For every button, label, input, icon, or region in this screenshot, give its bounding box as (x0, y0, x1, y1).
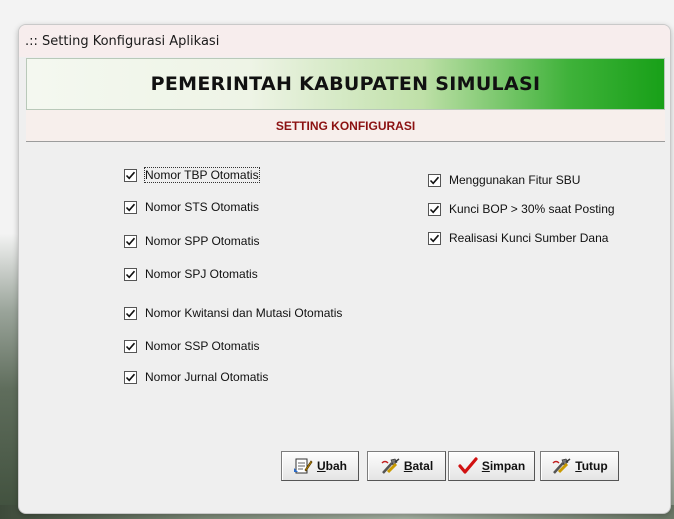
config-window: .:: Setting Konfigurasi Aplikasi PEMERIN… (18, 24, 671, 514)
checkbox-nomor-tbp[interactable] (124, 168, 137, 182)
simpan-label-rest: impan (489, 459, 526, 473)
batal-label: Batal (404, 459, 433, 473)
tutup-button[interactable]: Tutup (540, 451, 619, 481)
checkbox-nomor-jurnal[interactable] (124, 370, 137, 384)
checkmark-icon (125, 237, 136, 245)
option-label: Menggunakan Fitur SBU (449, 173, 581, 187)
window-title: .:: Setting Konfigurasi Aplikasi (25, 33, 220, 49)
checkbox-realisasi-kunci[interactable] (428, 231, 441, 245)
ubah-label-rest: bah (325, 459, 347, 473)
option-label: Nomor Kwitansi dan Mutasi Otomatis (145, 306, 343, 320)
edit-document-icon (293, 457, 313, 475)
option-label: Realisasi Kunci Sumber Dana (449, 231, 609, 245)
tools-icon (380, 457, 400, 475)
option-nomor-jurnal[interactable]: Nomor Jurnal Otomatis (124, 370, 268, 384)
checkmark-icon (125, 270, 136, 278)
batal-button[interactable]: Batal (367, 451, 446, 481)
option-nomor-ssp[interactable]: Nomor SSP Otomatis (124, 339, 259, 353)
option-label: Kunci BOP > 30% saat Posting (449, 202, 615, 216)
option-label: Nomor STS Otomatis (145, 200, 260, 214)
tutup-label-rest: utup (581, 459, 608, 473)
checkbox-nomor-kwitansi[interactable] (124, 306, 137, 320)
option-label: Nomor SPP Otomatis (145, 234, 260, 248)
option-nomor-spj[interactable]: Nomor SPJ Otomatis (124, 267, 258, 281)
banner-title: PEMERINTAH KABUPATEN SIMULASI (150, 73, 541, 95)
checkmark-icon (429, 234, 440, 242)
checkbox-nomor-ssp[interactable] (124, 339, 137, 353)
section-title: SETTING KONFIGURASI (275, 118, 416, 133)
checkbox-nomor-spp[interactable] (124, 234, 137, 248)
option-label: Nomor TBP Otomatis (144, 167, 260, 183)
option-kunci-bop[interactable]: Kunci BOP > 30% saat Posting (428, 202, 615, 216)
header-banner: PEMERINTAH KABUPATEN SIMULASI (26, 58, 665, 110)
option-nomor-sts[interactable]: Nomor STS Otomatis (124, 200, 259, 214)
simpan-button[interactable]: Simpan (448, 451, 535, 481)
simpan-label: Simpan (482, 459, 525, 473)
checkmark-icon (125, 373, 136, 381)
tutup-label: Tutup (575, 459, 607, 473)
checkmark-icon (125, 309, 136, 317)
option-realisasi-kunci[interactable]: Realisasi Kunci Sumber Dana (428, 231, 608, 245)
checkmark-icon (429, 176, 440, 184)
simpan-accelerator: S (481, 459, 490, 473)
checkmark-icon (125, 203, 136, 211)
option-label: Nomor Jurnal Otomatis (145, 370, 269, 384)
checkmark-icon (125, 171, 136, 179)
checkbox-nomor-spj[interactable] (124, 267, 137, 281)
option-label: Nomor SPJ Otomatis (145, 267, 258, 281)
checkbox-nomor-sts[interactable] (124, 200, 137, 214)
section-header: SETTING KONFIGURASI (26, 110, 665, 142)
option-label: Nomor SSP Otomatis (145, 339, 260, 353)
checkmark-icon (458, 457, 478, 475)
ubah-label: Ubah (317, 459, 347, 473)
ubah-accelerator: U (316, 459, 326, 473)
batal-label-rest: atal (412, 459, 434, 473)
window-titlebar[interactable]: .:: Setting Konfigurasi Aplikasi (19, 25, 670, 57)
option-nomor-kwitansi[interactable]: Nomor Kwitansi dan Mutasi Otomatis (124, 306, 342, 320)
checkbox-kunci-bop[interactable] (428, 202, 441, 216)
option-fitur-sbu[interactable]: Menggunakan Fitur SBU (428, 173, 580, 187)
checkmark-icon (125, 342, 136, 350)
tools-icon (551, 457, 571, 475)
option-nomor-spp[interactable]: Nomor SPP Otomatis (124, 234, 259, 248)
ubah-button[interactable]: Ubah (281, 451, 359, 481)
checkmark-icon (429, 205, 440, 213)
option-nomor-tbp[interactable]: Nomor TBP Otomatis (124, 167, 260, 183)
checkbox-fitur-sbu[interactable] (428, 173, 441, 187)
